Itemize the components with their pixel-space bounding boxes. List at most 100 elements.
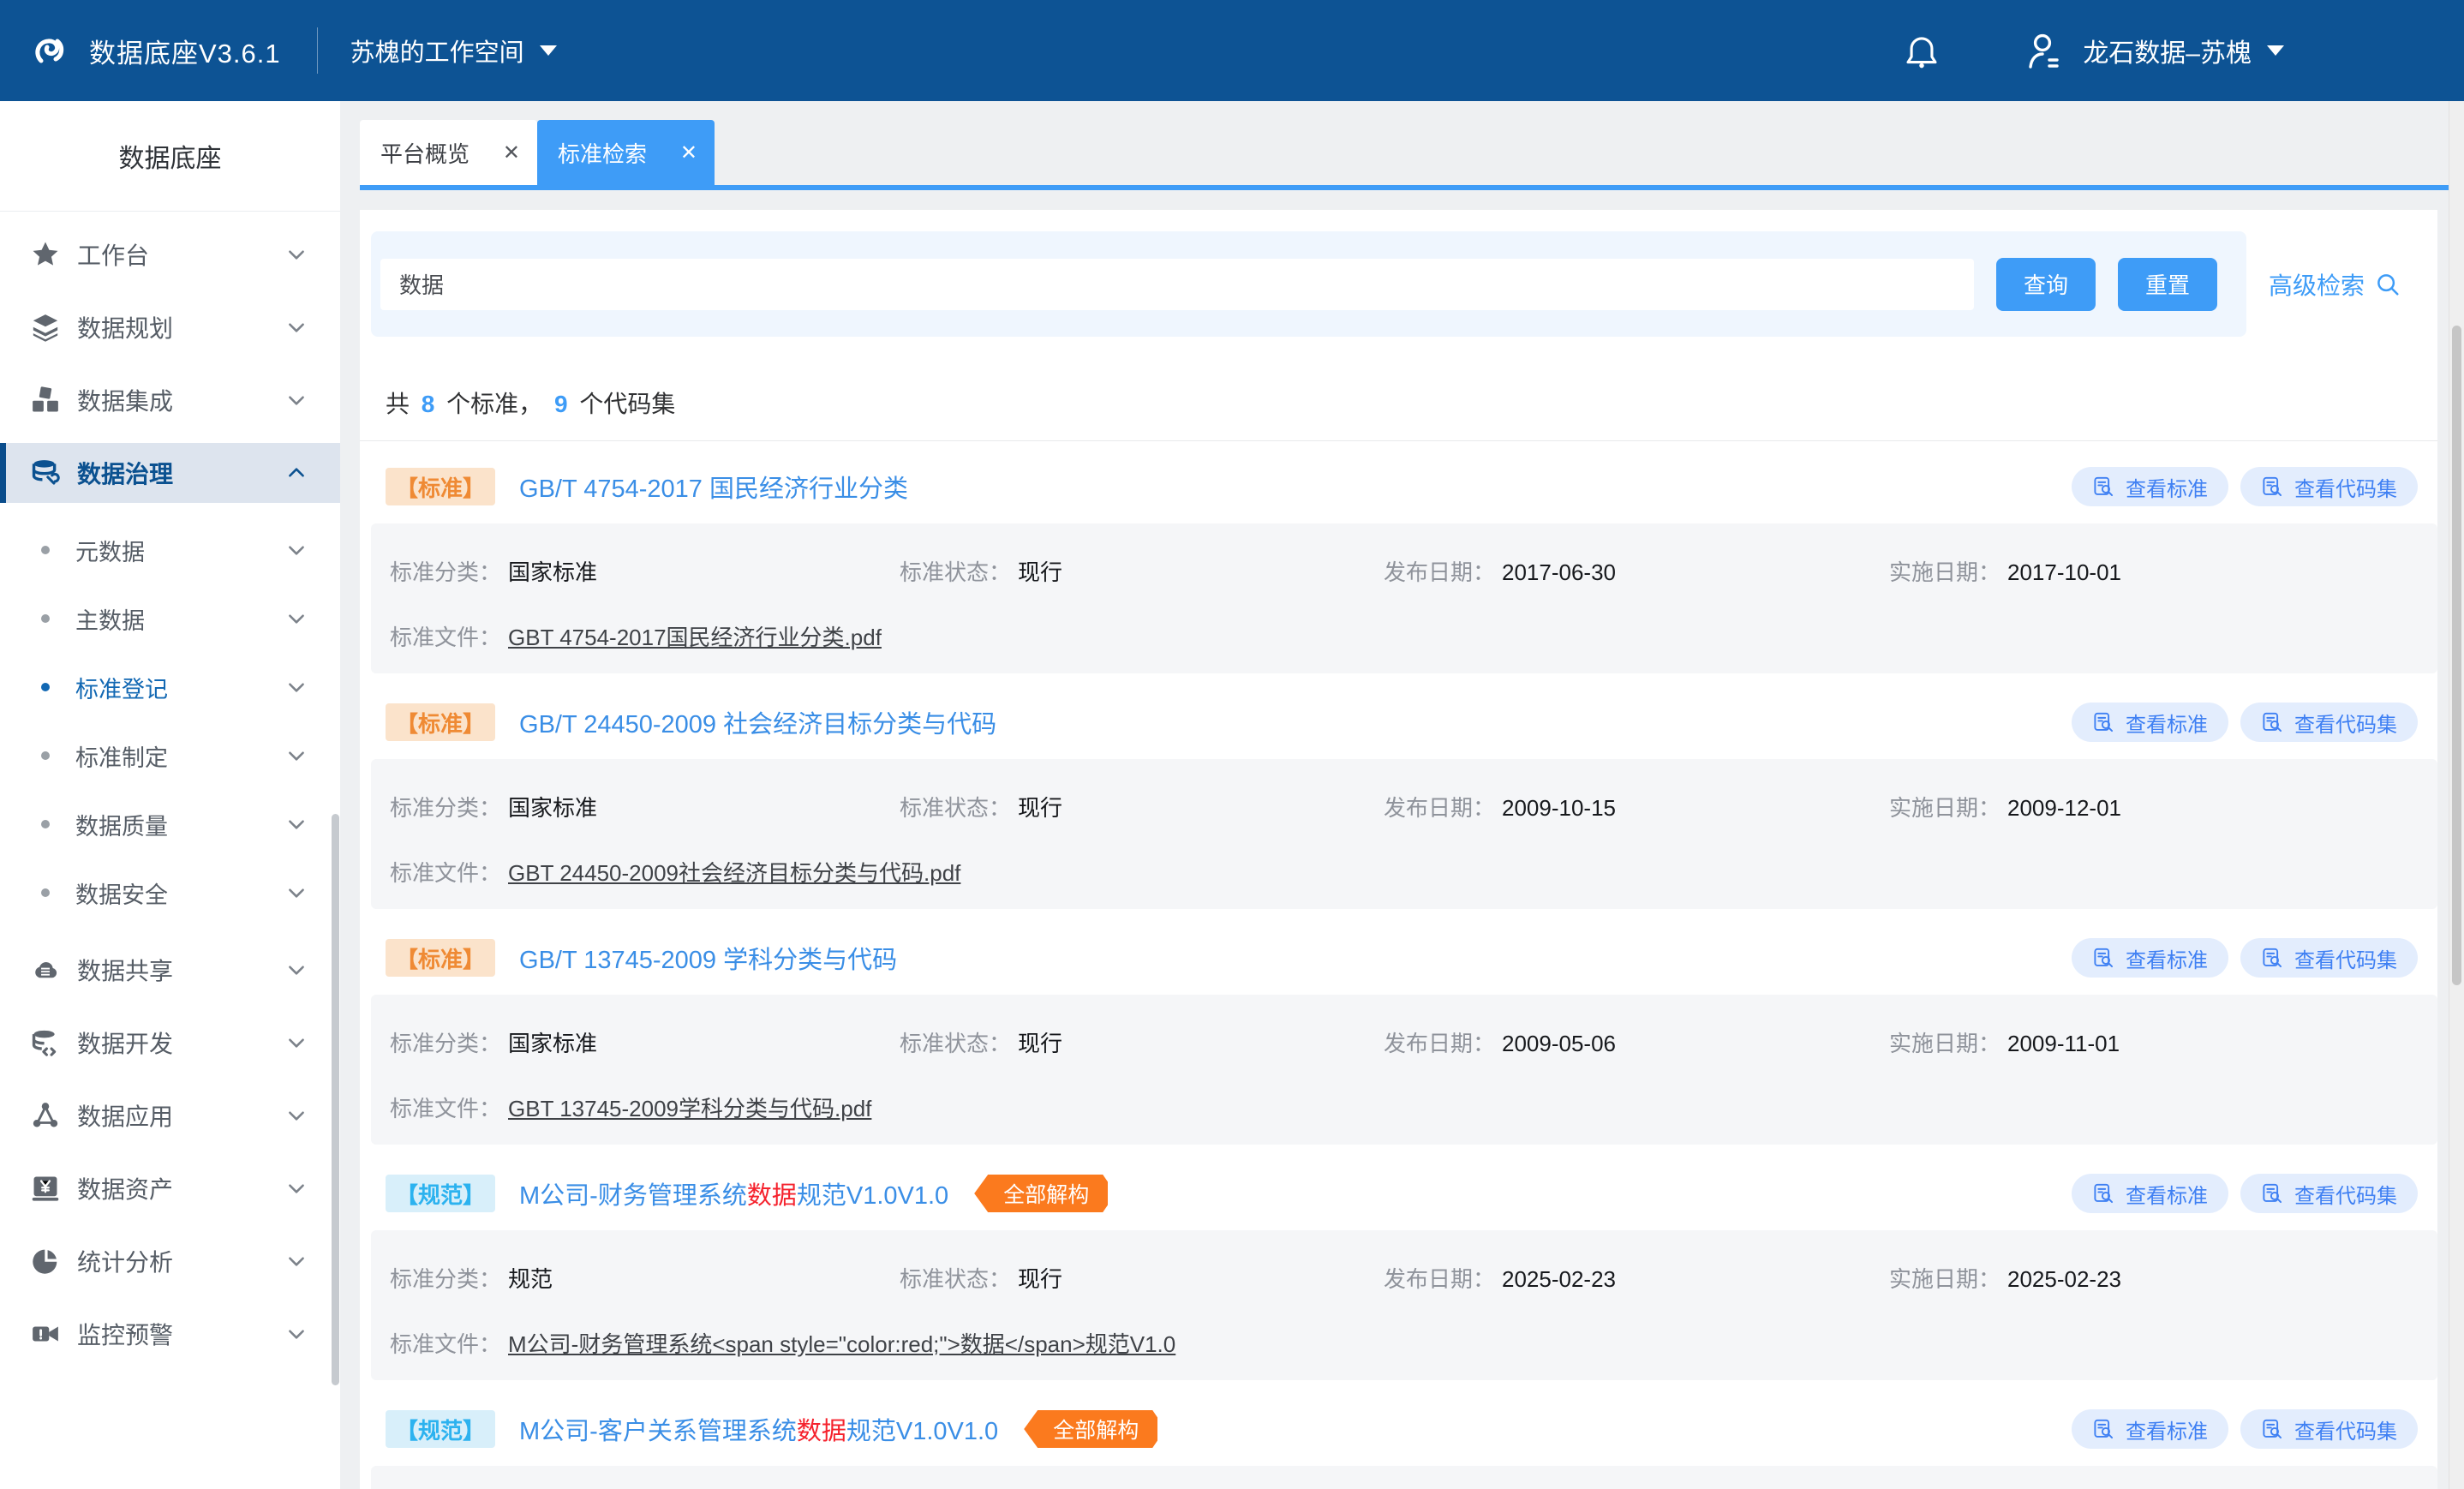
type-badge: 【规范】 — [386, 1175, 495, 1212]
search-box: 查询 重置 — [371, 231, 2246, 337]
standard-title-link[interactable]: GB/T 24450-2009 社会经济目标分类与代码 — [519, 704, 996, 740]
tab-underline — [360, 185, 2464, 190]
cubes-icon — [31, 386, 60, 415]
view-codeset-button[interactable]: 查看代码集 — [2240, 1174, 2418, 1213]
view-standard-button[interactable]: 查看标准 — [2072, 467, 2228, 506]
bullet-dot-icon — [41, 751, 50, 760]
main-content: 平台概览 ✕ 标准检索 ✕ 查询 重置 高级检索 — [360, 101, 2464, 1489]
standard-card: 【规范】 M公司-客户关系管理系统数据规范V1.0V1.0 全部解构 查看标准 … — [360, 1409, 2437, 1489]
view-standard-button[interactable]: 查看标准 — [2072, 1174, 2228, 1213]
query-button[interactable]: 查询 — [1996, 258, 2096, 311]
page-scrollbar-thumb[interactable] — [2452, 326, 2461, 985]
tab-standard-search[interactable]: 标准检索 ✕ — [537, 120, 715, 185]
results-summary: 共 8 个标准， 9 个代码集 — [386, 390, 2437, 419]
notifications-bell-icon[interactable] — [1903, 30, 1941, 71]
user-avatar-icon — [2023, 30, 2064, 71]
publish-date-value: 2009-05-06 — [1502, 1031, 1616, 1056]
standard-card: 【标准】 GB/T 24450-2009 社会经济目标分类与代码 查看标准 查看… — [360, 703, 2437, 909]
database-wrench-icon — [31, 458, 60, 487]
sidebar-item-workbench[interactable]: 工作台 — [0, 224, 340, 284]
chevron-down-icon — [285, 882, 308, 904]
standard-title-link[interactable]: GB/T 13745-2009 学科分类与代码 — [519, 940, 897, 976]
type-badge: 【标准】 — [386, 468, 495, 505]
chevron-up-icon — [285, 462, 308, 484]
bullet-dot-icon — [41, 683, 50, 691]
type-badge: 【标准】 — [386, 703, 495, 741]
standard-card: 【标准】 GB/T 13745-2009 学科分类与代码 查看标准 查看代码集 … — [360, 938, 2437, 1145]
workspace-switcher[interactable]: 苏槐的工作空间 — [350, 33, 557, 69]
document-search-icon — [2092, 1182, 2115, 1205]
workspace-name: 苏槐的工作空间 — [350, 33, 524, 69]
share-nodes-icon — [31, 1101, 60, 1130]
view-standard-button[interactable]: 查看标准 — [2072, 703, 2228, 742]
topbar-divider — [317, 27, 318, 74]
sidebar-subitem-data-quality[interactable]: 数据质量 — [0, 790, 340, 858]
deconstructed-tag: 全部解构 — [974, 1175, 1108, 1212]
bullet-dot-icon — [41, 888, 50, 897]
view-standard-button[interactable]: 查看标准 — [2072, 1409, 2228, 1449]
topbar: 数据底座V3.6.1 苏槐的工作空间 龙石数据–苏槐 — [0, 0, 2464, 101]
view-codeset-button[interactable]: 查看代码集 — [2240, 1409, 2418, 1449]
sidebar-subitem-metadata[interactable]: 元数据 — [0, 516, 340, 584]
sidebar-item-data-integration[interactable]: 数据集成 — [0, 370, 340, 430]
implement-date-value: 2017-10-01 — [2007, 559, 2121, 585]
tab-label: 标准检索 — [558, 137, 647, 169]
standard-details: 标准分类：规范 标准状态：现行 发布日期：2025-02-23 实施日期：202… — [371, 1230, 2437, 1380]
standard-title-link[interactable]: GB/T 4754-2017 国民经济行业分类 — [519, 469, 908, 505]
sidebar-subitem-label: 标准登记 — [75, 671, 285, 704]
sidebar-item-data-sharing[interactable]: 数据共享 — [0, 940, 340, 1000]
standard-title-link[interactable]: M公司-财务管理系统数据规范V1.0V1.0 — [519, 1175, 948, 1211]
caret-down-icon — [2267, 45, 2284, 56]
view-codeset-button[interactable]: 查看代码集 — [2240, 938, 2418, 978]
sidebar-item-label: 统计分析 — [77, 1244, 285, 1278]
cloud-icon — [31, 955, 60, 984]
user-menu[interactable]: 龙石数据–苏槐 — [2023, 30, 2284, 71]
sidebar-item-data-governance[interactable]: 数据治理 — [0, 443, 340, 503]
reset-button[interactable]: 重置 — [2118, 258, 2217, 311]
bullet-dot-icon — [41, 820, 50, 828]
tab-platform-overview[interactable]: 平台概览 ✕ — [360, 120, 537, 185]
standards-count: 8 — [416, 391, 440, 417]
pie-chart-icon — [31, 1247, 60, 1276]
close-icon[interactable]: ✕ — [503, 141, 520, 165]
sidebar-subitem-data-security[interactable]: 数据安全 — [0, 858, 340, 927]
chevron-down-icon — [285, 539, 308, 561]
view-standard-button[interactable]: 查看标准 — [2072, 938, 2228, 978]
standard-card: 【标准】 GB/T 4754-2017 国民经济行业分类 查看标准 查看代码集 … — [360, 467, 2437, 673]
standard-title-link[interactable]: M公司-客户关系管理系统数据规范V1.0V1.0 — [519, 1411, 998, 1447]
sidebar-subitem-masterdata[interactable]: 主数据 — [0, 584, 340, 653]
sidebar-item-data-application[interactable]: 数据应用 — [0, 1085, 340, 1145]
sidebar-item-label: 工作台 — [77, 237, 285, 272]
sidebar-item-label: 数据开发 — [77, 1026, 285, 1060]
implement-date-value: 2009-12-01 — [2007, 795, 2121, 821]
sidebar-subitem-standard-making[interactable]: 标准制定 — [0, 721, 340, 790]
view-codeset-button[interactable]: 查看代码集 — [2240, 703, 2418, 742]
sidebar-item-label: 数据治理 — [77, 456, 285, 490]
sidebar-subitem-standard-registry[interactable]: 标准登记 — [0, 653, 340, 721]
sidebar-title: 数据底座 — [0, 101, 340, 212]
standard-file-link[interactable]: GBT 13745-2009学科分类与代码.pdf — [508, 1091, 871, 1123]
standard-file-link[interactable]: M公司-财务管理系统<span style="color:red;">数据</s… — [508, 1327, 1175, 1359]
document-search-icon — [2261, 1182, 2284, 1205]
standard-file-link[interactable]: GBT 24450-2009社会经济目标分类与代码.pdf — [508, 856, 960, 888]
deconstructed-tag: 全部解构 — [1024, 1410, 1157, 1448]
advanced-search-link[interactable]: 高级检索 — [2269, 267, 2401, 302]
sidebar-item-data-assets[interactable]: 数据资产 — [0, 1158, 340, 1218]
chevron-down-icon — [285, 676, 308, 698]
chevron-down-icon — [285, 243, 308, 266]
results-panel: 查询 重置 高级检索 共 8 个标准， 9 个代码集 【标准】 — [360, 210, 2437, 1489]
advanced-search-label: 高级检索 — [2269, 267, 2365, 302]
chevron-down-icon — [285, 1104, 308, 1127]
sidebar-item-data-development[interactable]: 数据开发 — [0, 1013, 340, 1073]
status-value: 现行 — [1018, 559, 1062, 585]
search-input[interactable] — [380, 259, 1974, 310]
standard-file-link[interactable]: GBT 4754-2017国民经济行业分类.pdf — [508, 620, 882, 652]
close-icon[interactable]: ✕ — [680, 141, 697, 165]
sidebar-scrollbar-thumb[interactable] — [332, 814, 339, 1385]
sidebar-item-monitoring[interactable]: 监控预警 — [0, 1304, 340, 1364]
sidebar-item-data-planning[interactable]: 数据规划 — [0, 297, 340, 357]
sidebar-item-statistics[interactable]: 统计分析 — [0, 1231, 340, 1291]
chevron-down-icon — [285, 813, 308, 835]
sidebar-item-label: 数据共享 — [77, 953, 285, 987]
view-codeset-button[interactable]: 查看代码集 — [2240, 467, 2418, 506]
